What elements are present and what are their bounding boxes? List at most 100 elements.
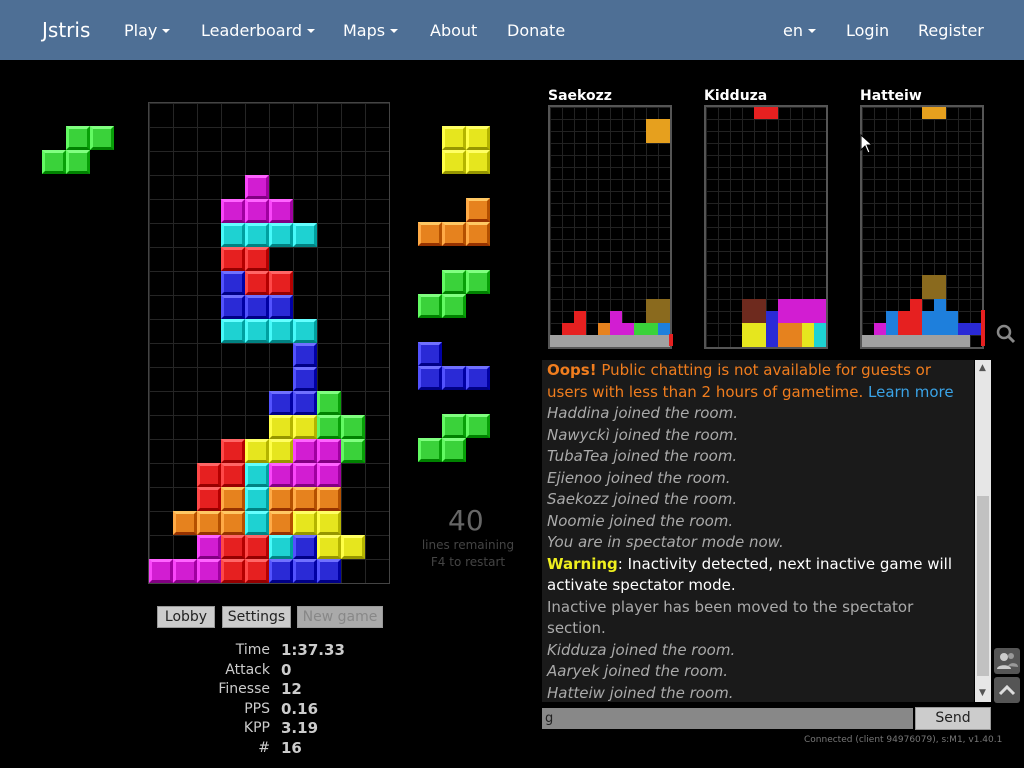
mini-block xyxy=(802,323,814,347)
block-O xyxy=(442,126,466,150)
block-T xyxy=(197,559,221,583)
mini-block xyxy=(934,299,946,311)
mini-block xyxy=(646,299,670,323)
zoom-icon[interactable] xyxy=(995,323,1017,345)
block-T xyxy=(293,439,317,463)
chat-message: Noomie joined the room. xyxy=(547,511,734,530)
block-J xyxy=(466,366,490,390)
chat-scrollbar-thumb[interactable] xyxy=(977,496,989,676)
opponent-name-1: Saekozz xyxy=(548,88,612,104)
scroll-up-arrow-icon[interactable]: ▲ xyxy=(979,363,986,373)
scroll-down-arrow-icon[interactable]: ▼ xyxy=(979,688,986,698)
lines-remaining-count: 40 xyxy=(448,504,484,537)
block-I xyxy=(245,319,269,343)
block-S xyxy=(317,391,341,415)
block-I xyxy=(245,511,269,535)
lines-remaining-label: lines remaining xyxy=(421,538,515,552)
chat-message: You are in spectator mode now. xyxy=(547,533,784,551)
block-J xyxy=(269,559,293,583)
users-icon xyxy=(997,653,1018,669)
block-Z xyxy=(221,559,245,583)
block-O xyxy=(293,511,317,535)
block-S xyxy=(418,294,442,318)
mini-block xyxy=(754,107,778,119)
mini-block xyxy=(778,323,802,347)
stat-label: KPP xyxy=(243,720,270,736)
cursor-icon xyxy=(860,133,874,158)
caret-down-icon xyxy=(162,29,171,33)
block-T xyxy=(197,535,221,559)
block-O xyxy=(245,439,269,463)
opponent-name-3: Hatteiw xyxy=(860,88,922,104)
block-J xyxy=(293,391,317,415)
block-L xyxy=(317,487,341,511)
nav-donate[interactable]: Donate xyxy=(507,21,565,40)
nav-play[interactable]: Play xyxy=(124,21,171,40)
block-Z xyxy=(221,439,245,463)
nav-leaderboard[interactable]: Leaderboard xyxy=(201,21,316,40)
nav-maps[interactable]: Maps xyxy=(343,21,399,40)
mini-block xyxy=(610,311,622,323)
block-J xyxy=(418,342,442,366)
block-J xyxy=(221,295,245,319)
send-button[interactable]: Send xyxy=(915,707,991,730)
block-S xyxy=(466,414,490,438)
block-L xyxy=(442,222,466,246)
nav-maps-label: Maps xyxy=(343,21,386,40)
block-Z xyxy=(245,535,269,559)
mini-block xyxy=(886,311,898,335)
block-T xyxy=(293,463,317,487)
chat-message: Kidduza joined the room. xyxy=(547,640,736,659)
learn-more-link[interactable]: Learn more xyxy=(868,383,954,401)
mini-block xyxy=(742,299,766,311)
nav-language[interactable]: en xyxy=(783,21,816,40)
block-I xyxy=(245,223,269,247)
block-L xyxy=(418,222,442,246)
block-J xyxy=(221,271,245,295)
block-J xyxy=(245,295,269,319)
collapse-chat-button[interactable] xyxy=(994,677,1020,703)
new-game-button[interactable]: New game xyxy=(297,606,383,628)
mini-block xyxy=(574,311,586,323)
block-O xyxy=(442,150,466,174)
stat-label: Time xyxy=(235,642,270,658)
spectators-button[interactable] xyxy=(994,648,1020,674)
settings-button[interactable]: Settings xyxy=(222,606,291,628)
chat-box: Oops! Public chatting is not available f… xyxy=(542,360,974,702)
mini-block xyxy=(874,323,886,335)
block-I xyxy=(293,319,317,343)
mini-block xyxy=(814,323,826,347)
chat-message: Hatteiw joined the room. xyxy=(547,683,734,702)
block-J xyxy=(293,343,317,367)
chat-input[interactable] xyxy=(542,708,913,729)
mini-block xyxy=(862,335,970,347)
caret-down-icon xyxy=(807,29,816,33)
stat-value: 0 xyxy=(281,660,292,679)
nav-leaderboard-label: Leaderboard xyxy=(201,21,303,40)
block-L xyxy=(293,487,317,511)
chat-oops-message: Oops! Public chatting is not available f… xyxy=(542,360,974,403)
mini-block xyxy=(742,311,766,323)
opponent-board-2 xyxy=(704,105,828,349)
chevron-up-icon xyxy=(998,684,1016,696)
stat-label: Attack xyxy=(225,661,270,678)
nav-about[interactable]: About xyxy=(430,21,477,40)
block-J xyxy=(269,295,293,319)
block-Z xyxy=(221,535,245,559)
block-I xyxy=(245,463,269,487)
block-I xyxy=(269,223,293,247)
stat-value: 0.16 xyxy=(281,699,319,718)
connection-status: Connected (client 94976079), s:M1, v1.40… xyxy=(804,735,1003,745)
brand-logo[interactable]: Jstris xyxy=(42,18,90,42)
mini-block xyxy=(922,311,946,335)
lobby-button[interactable]: Lobby xyxy=(157,606,215,628)
block-J xyxy=(293,535,317,559)
block-S xyxy=(442,294,466,318)
block-I xyxy=(293,223,317,247)
nav-login[interactable]: Login xyxy=(846,21,889,40)
nav-register[interactable]: Register xyxy=(918,21,984,40)
stat-value: 16 xyxy=(281,738,302,757)
nav-play-label: Play xyxy=(124,21,158,40)
block-O xyxy=(317,535,341,559)
block-T xyxy=(149,559,173,583)
